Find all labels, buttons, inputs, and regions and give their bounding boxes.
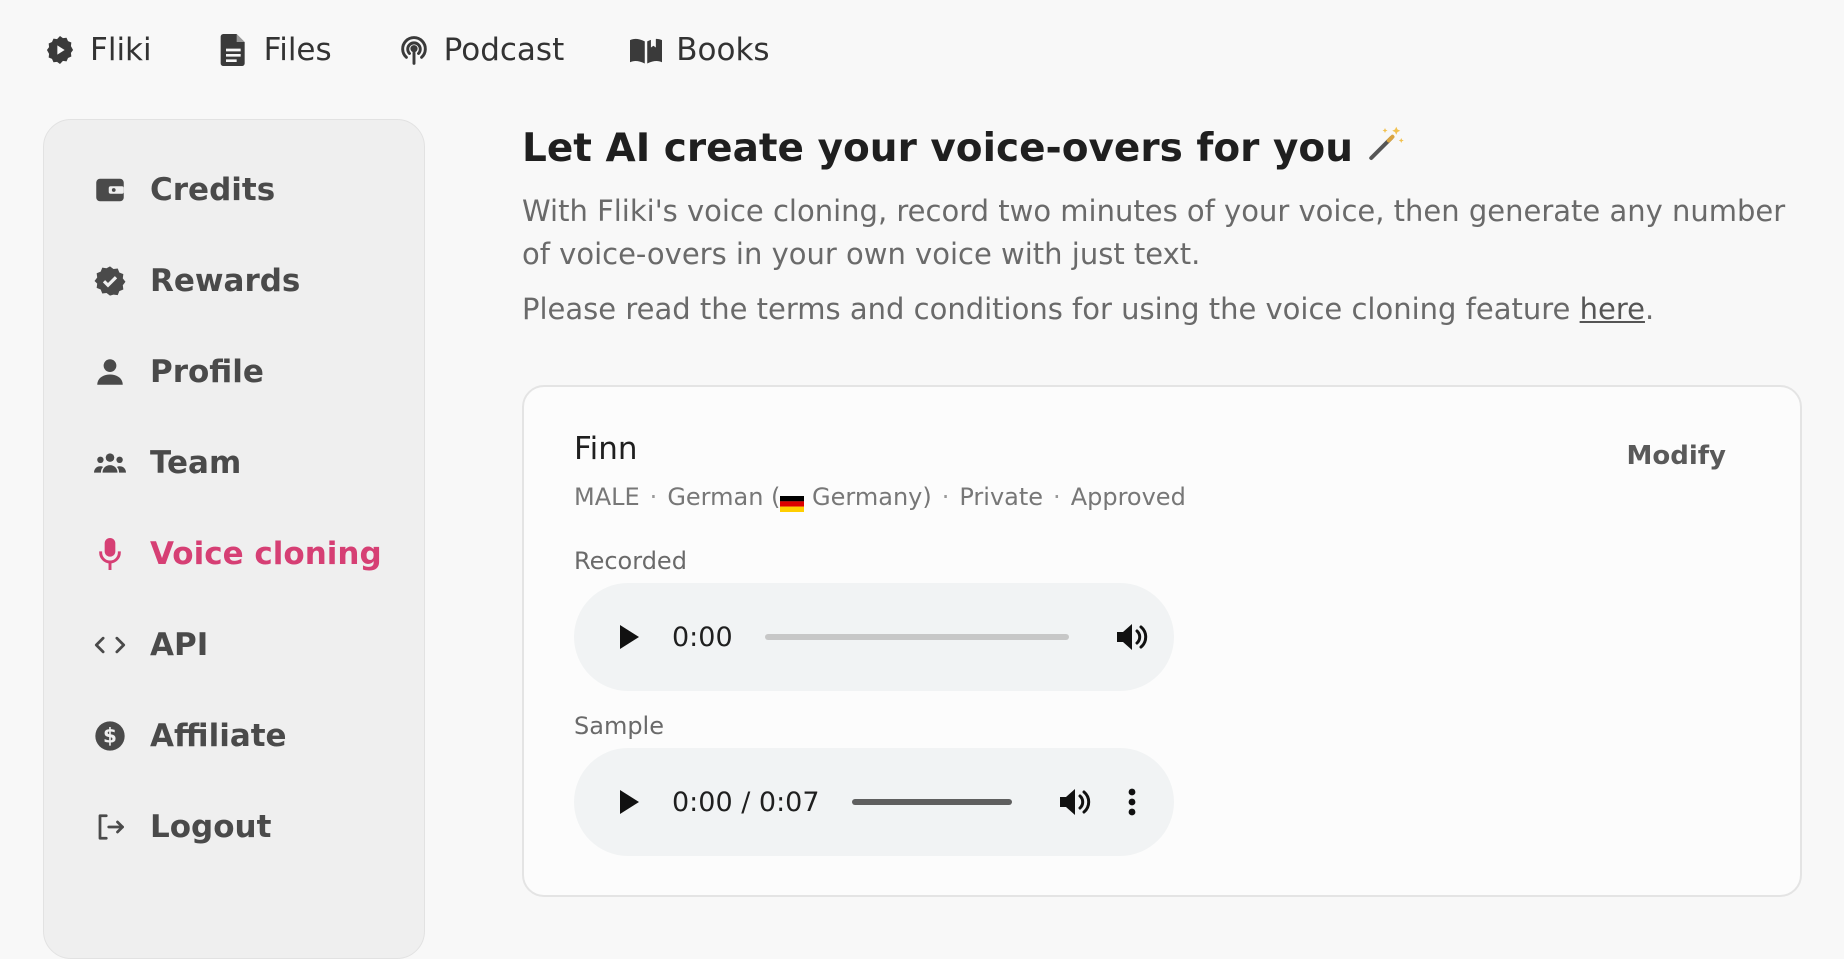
dollar-circle-icon: $: [94, 720, 126, 752]
sidebar-item-profile[interactable]: Profile: [44, 326, 424, 417]
nav-fliki[interactable]: Fliki: [44, 32, 152, 68]
playback-time: 0:00: [672, 621, 733, 653]
sidebar-item-team[interactable]: Team: [44, 417, 424, 508]
voice-status: Approved: [1070, 483, 1186, 511]
voice-gender: MALE: [574, 483, 640, 511]
sidebar-item-label: Affiliate: [150, 717, 287, 754]
recorded-audio-player: 0:00: [574, 583, 1174, 691]
terms-notice: Please read the terms and conditions for…: [522, 292, 1802, 326]
sample-label: Sample: [574, 712, 664, 740]
main-content: Let AI create your voice-overs for you W…: [522, 118, 1802, 327]
recorded-label: Recorded: [574, 547, 687, 575]
voice-language: German ( Germany): [667, 483, 932, 512]
nav-books-label: Books: [676, 32, 770, 68]
playback-time: 0:00 / 0:07: [672, 786, 820, 818]
sidebar-item-api[interactable]: API: [44, 599, 424, 690]
person-icon: [94, 356, 126, 388]
top-navigation: Fliki Files Podcast Books: [0, 0, 1844, 100]
language-prefix: German (: [667, 483, 781, 511]
nav-podcast[interactable]: Podcast: [398, 32, 565, 68]
separator-dot: ·: [649, 483, 658, 511]
terms-link[interactable]: here: [1580, 292, 1645, 326]
page-title: Let AI create your voice-overs for you: [522, 118, 1802, 178]
podcast-icon: [398, 34, 430, 66]
book-open-icon: [630, 34, 663, 66]
nav-podcast-label: Podcast: [443, 32, 565, 68]
sidebar-item-credits[interactable]: Credits: [44, 144, 424, 235]
separator-dot: ·: [941, 483, 950, 511]
nav-files[interactable]: Files: [218, 32, 332, 68]
page-title-text: Let AI create your voice-overs for you: [522, 125, 1353, 171]
svg-text:$: $: [103, 723, 117, 747]
language-suffix: Germany): [804, 483, 932, 511]
magic-wand-icon: [1365, 123, 1405, 173]
seek-bar[interactable]: [764, 634, 1069, 640]
code-icon: [94, 629, 126, 661]
terms-suffix: .: [1644, 292, 1655, 326]
terms-text: Please read the terms and conditions for…: [522, 292, 1580, 326]
seek-bar[interactable]: [851, 799, 1012, 805]
sidebar-item-label: Logout: [150, 808, 272, 845]
more-options-icon[interactable]: [1122, 785, 1142, 819]
volume-icon[interactable]: [1115, 620, 1149, 654]
logout-icon: [94, 811, 126, 843]
voice-visibility: Private: [959, 483, 1044, 511]
separator-dot: ·: [1053, 483, 1061, 511]
sidebar-item-label: Team: [150, 444, 242, 481]
volume-icon[interactable]: [1058, 785, 1092, 819]
play-button[interactable]: [612, 785, 646, 819]
sidebar-item-label: Profile: [150, 353, 264, 390]
file-icon: [218, 34, 250, 66]
nav-fliki-label: Fliki: [90, 32, 152, 68]
team-icon: [94, 447, 126, 479]
play-button[interactable]: [612, 620, 646, 654]
nav-files-label: Files: [263, 32, 332, 68]
nav-books[interactable]: Books: [630, 32, 770, 68]
german-flag-icon: [780, 490, 805, 512]
page-description: With Fliki's voice cloning, record two m…: [522, 194, 1786, 271]
fliki-gear-play-icon: [44, 34, 76, 66]
voice-metadata: MALE · German ( Germany) · Private · App…: [574, 483, 1186, 512]
voice-name: Finn: [574, 431, 638, 467]
sidebar-item-label: Rewards: [150, 262, 301, 299]
verified-badge-icon: [94, 265, 126, 297]
sidebar-item-rewards[interactable]: Rewards: [44, 235, 424, 326]
sidebar-item-label: Voice cloning: [150, 535, 382, 572]
sidebar-item-logout[interactable]: Logout: [44, 781, 424, 872]
sidebar-item-label: Credits: [150, 171, 276, 208]
sidebar-item-label: API: [150, 626, 209, 663]
settings-sidebar: Credits Rewards Profile Team Voice cloni…: [43, 119, 425, 959]
sidebar-item-affiliate[interactable]: $ Affiliate: [44, 690, 424, 781]
wallet-icon: [94, 174, 126, 206]
sidebar-item-voice-cloning[interactable]: Voice cloning: [44, 508, 424, 599]
sample-audio-player: 0:00 / 0:07: [574, 748, 1174, 856]
voice-card: Finn Modify MALE · German ( Germany) · P…: [522, 385, 1802, 897]
modify-button[interactable]: Modify: [1626, 441, 1726, 471]
microphone-icon: [94, 537, 126, 570]
